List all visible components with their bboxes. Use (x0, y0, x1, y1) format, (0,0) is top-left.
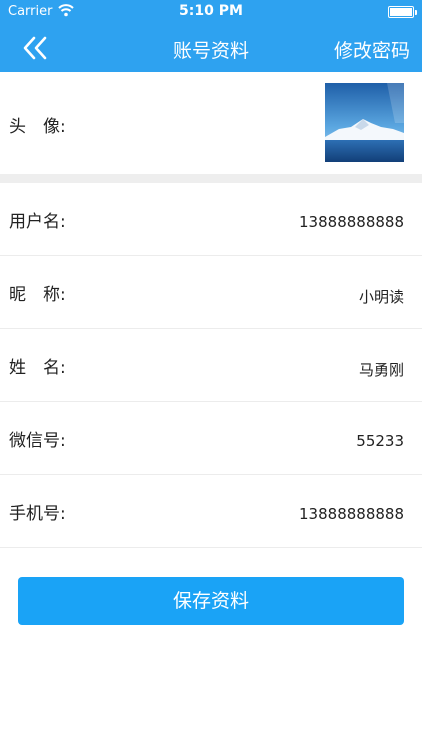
avatar-image (325, 83, 404, 162)
battery-nub (415, 10, 417, 15)
phone-value: 13888888888 (299, 505, 404, 523)
username-label: 用户名: (9, 212, 66, 232)
nav-bar: 账号资料 修改密码 (0, 24, 422, 72)
nickname-value: 小明读 (358, 288, 404, 306)
status-bar: Carrier 5:10 PM (0, 0, 422, 24)
nickname-label: 昵 称: (9, 285, 66, 305)
field-row-username[interactable]: 用户名: 13888888888 (0, 183, 422, 256)
field-row-wechat[interactable]: 微信号: 55233 (0, 402, 422, 475)
wechat-value: 55233 (356, 432, 404, 450)
battery-icon (388, 6, 417, 18)
field-row-name[interactable]: 姓 名: 马勇刚 (0, 329, 422, 402)
name-label: 姓 名: (9, 358, 66, 378)
field-row-nickname[interactable]: 昵 称: 小明读 (0, 256, 422, 329)
status-time: 5:10 PM (179, 3, 243, 19)
save-profile-button[interactable]: 保存资料 (18, 577, 404, 625)
wechat-label: 微信号: (9, 431, 66, 451)
avatar-label: 头 像: (9, 117, 66, 137)
username-value: 13888888888 (299, 213, 404, 231)
field-row-phone[interactable]: 手机号: 13888888888 (0, 475, 422, 548)
change-password-button[interactable]: 修改密码 (334, 36, 410, 63)
avatar[interactable] (325, 83, 404, 162)
battery-fill (390, 8, 412, 16)
name-value: 马勇刚 (358, 361, 404, 379)
phone-label: 手机号: (9, 504, 66, 524)
avatar-row[interactable]: 头 像: (0, 72, 422, 174)
section-separator (0, 174, 422, 183)
header: Carrier 5:10 PM 账号资料 修改密码 (0, 0, 422, 72)
